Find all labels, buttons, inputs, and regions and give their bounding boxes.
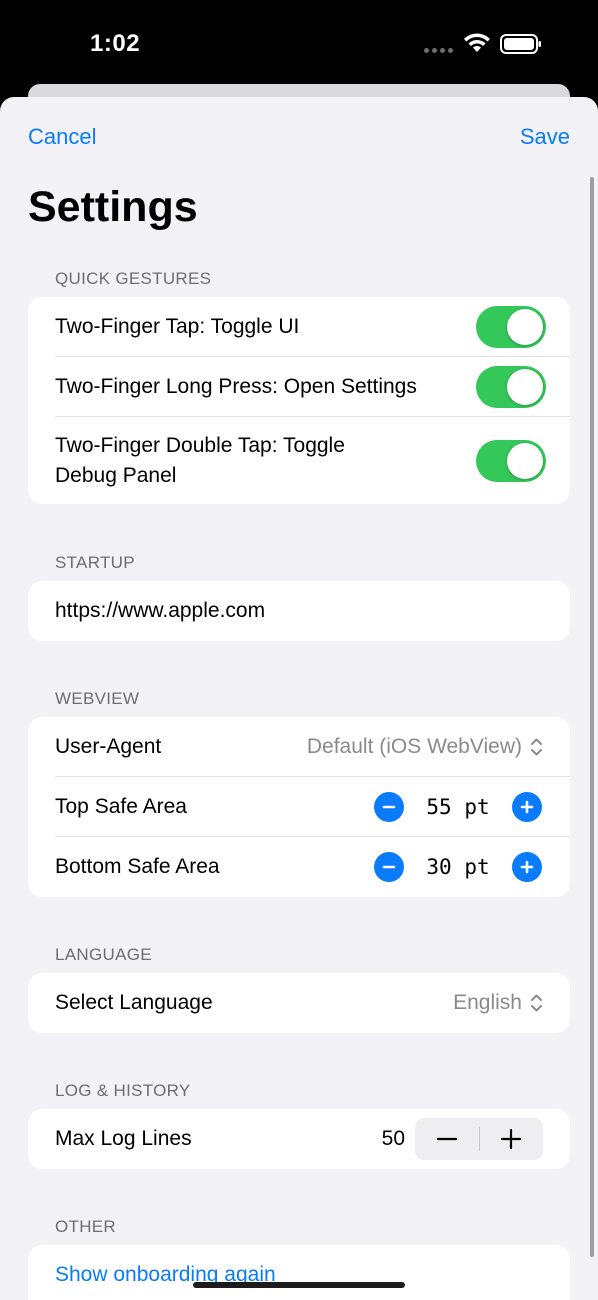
- language-value: English: [453, 991, 522, 1014]
- max-log-lines-stepper: [415, 1118, 543, 1160]
- language-group: Select Language English: [28, 973, 570, 1033]
- gesture-label-double-tap-line1: Two-Finger Double Tap: Toggle: [55, 433, 345, 457]
- bottom-safe-area-label: Bottom Safe Area: [55, 855, 220, 878]
- max-log-lines-decrement-button[interactable]: [415, 1118, 479, 1160]
- gesture-label-double-tap-line2: Debug Panel: [55, 463, 177, 487]
- settings-sheet: Cancel Save Settings QUICK GESTURES Two-…: [0, 97, 598, 1300]
- plus-icon: [520, 860, 534, 874]
- section-header-log-history: LOG & HISTORY: [55, 1081, 191, 1100]
- language-label: Select Language: [55, 991, 213, 1014]
- section-header-webview: WEBVIEW: [55, 689, 140, 708]
- plus-icon: [501, 1129, 522, 1149]
- top-safe-area-row: Top Safe Area 55 pt: [55, 777, 570, 837]
- language-row: Select Language English: [55, 973, 570, 1033]
- max-log-lines-row: Max Log Lines 50: [55, 1109, 570, 1169]
- section-header-other: OTHER: [55, 1217, 116, 1236]
- startup-url-row[interactable]: https://www.apple.com: [55, 581, 570, 641]
- bottom-safe-area-row: Bottom Safe Area 30 pt: [55, 837, 570, 897]
- toggle-knob: [507, 369, 543, 405]
- user-agent-row: User-Agent Default (iOS WebView): [55, 717, 570, 777]
- scroll-indicator[interactable]: [590, 177, 594, 1257]
- battery-icon: [500, 34, 541, 54]
- log-history-group: Max Log Lines 50: [28, 1109, 570, 1169]
- minus-icon: [382, 865, 396, 869]
- top-safe-decrement-button[interactable]: [374, 792, 404, 822]
- gesture-row-long-press: Two-Finger Long Press: Open Settings: [55, 357, 570, 417]
- gesture-label-double-tap: Two-Finger Double Tap: Toggle Debug Pane…: [55, 431, 345, 491]
- toggle-two-finger-long-press[interactable]: [476, 366, 546, 408]
- toggle-two-finger-tap[interactable]: [476, 306, 546, 348]
- bottom-safe-area-value: 30 pt: [426, 855, 490, 879]
- status-bar: 1:02: [0, 0, 598, 84]
- quick-gestures-group: Two-Finger Tap: Toggle UI Two-Finger Lon…: [28, 297, 570, 504]
- user-agent-label: User-Agent: [55, 735, 162, 758]
- max-log-lines-increment-button[interactable]: [480, 1118, 544, 1160]
- bottom-safe-decrement-button[interactable]: [374, 852, 404, 882]
- toggle-knob: [507, 309, 543, 345]
- top-safe-increment-button[interactable]: [512, 792, 542, 822]
- status-time: 1:02: [90, 30, 141, 57]
- toggle-two-finger-double-tap[interactable]: [476, 440, 546, 482]
- gesture-row-double-tap: Two-Finger Double Tap: Toggle Debug Pane…: [55, 417, 570, 504]
- cancel-button[interactable]: Cancel: [28, 124, 96, 150]
- language-picker[interactable]: English: [453, 991, 543, 1015]
- top-safe-area-label: Top Safe Area: [55, 795, 187, 818]
- save-button[interactable]: Save: [520, 124, 570, 150]
- user-agent-value: Default (iOS WebView): [306, 735, 522, 758]
- section-header-startup: STARTUP: [55, 553, 135, 572]
- webview-group: User-Agent Default (iOS WebView) Top Saf…: [28, 717, 570, 897]
- chevron-up-down-icon: [531, 994, 542, 1012]
- gesture-label-long-press: Two-Finger Long Press: Open Settings: [55, 375, 417, 398]
- minus-icon: [382, 805, 396, 809]
- minus-icon: [436, 1137, 457, 1141]
- section-header-language: LANGUAGE: [55, 945, 152, 964]
- bottom-safe-increment-button[interactable]: [512, 852, 542, 882]
- other-group: Show onboarding again: [28, 1245, 570, 1300]
- startup-group: https://www.apple.com: [28, 581, 570, 641]
- gesture-row-tap: Two-Finger Tap: Toggle UI: [55, 297, 570, 357]
- chevron-up-down-icon: [531, 738, 542, 756]
- page-title: Settings: [28, 183, 198, 231]
- cellular-signal-icon: [424, 48, 453, 53]
- section-header-quick-gestures: QUICK GESTURES: [55, 269, 212, 288]
- user-agent-picker[interactable]: Default (iOS WebView): [307, 735, 543, 759]
- wifi-icon: [464, 33, 490, 52]
- toggle-knob: [507, 443, 543, 479]
- max-log-lines-value: 50: [381, 1127, 405, 1150]
- startup-url-field[interactable]: https://www.apple.com: [55, 596, 265, 626]
- bottom-safe-area-stepper: 30 pt: [374, 852, 542, 882]
- home-indicator[interactable]: [193, 1282, 405, 1288]
- top-safe-area-stepper: 55 pt: [374, 792, 542, 822]
- plus-icon: [520, 800, 534, 814]
- gesture-label-tap: Two-Finger Tap: Toggle UI: [55, 315, 300, 338]
- max-log-lines-label: Max Log Lines: [55, 1127, 192, 1150]
- top-safe-area-value: 55 pt: [426, 795, 490, 819]
- onboarding-row[interactable]: Show onboarding again: [55, 1245, 570, 1300]
